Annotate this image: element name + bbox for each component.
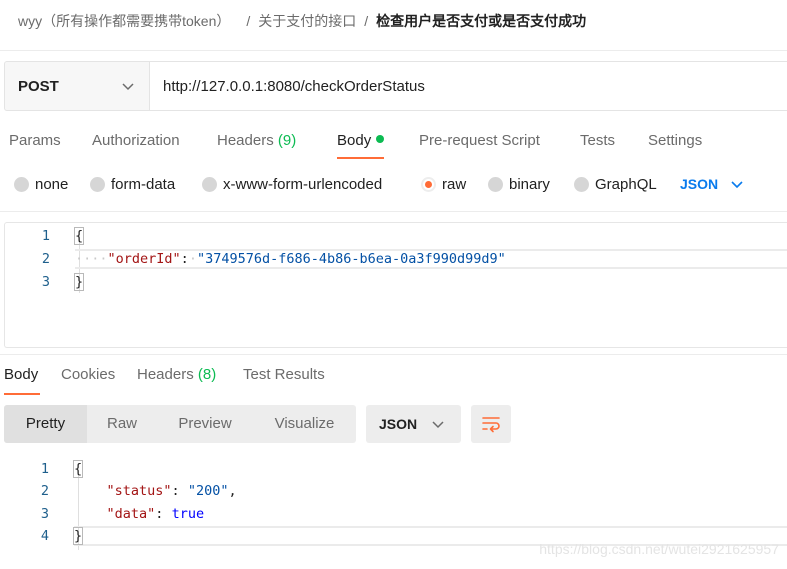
url-input[interactable]: http://127.0.0.1:8080/checkOrderStatus [149,61,787,111]
radio-icon [90,177,105,192]
radio-icon [14,177,29,192]
chevron-down-icon [731,181,743,189]
tab-response-headers[interactable]: Headers (8) [137,365,216,385]
watermark: https://blog.csdn.net/wutei2921625957 [539,541,779,557]
radio-none[interactable]: none [14,176,68,193]
method-label: POST [18,77,59,95]
wrap-lines-icon [482,417,500,433]
tab-response-headers-count: (8) [197,366,217,383]
json-colon: : [180,251,189,267]
line-number: 3 [41,274,50,290]
tab-settings[interactable]: Settings [648,130,702,152]
radio-raw[interactable]: raw [421,176,466,193]
response-language-label: JSON [379,416,418,432]
line-number: 4 [40,528,49,544]
breadcrumb: wyy（所有操作都需要携带token） / 关于支付的接口 / 检查用户是否支付… [18,10,586,32]
method-select[interactable]: POST [4,61,149,111]
code-line: 1 { [4,458,787,481]
line-number: 1 [41,228,50,244]
body-indicator-dot [376,135,385,143]
close-brace: } [72,527,84,545]
radio-form-data[interactable]: form-data [90,176,175,193]
view-visualize[interactable]: Visualize [253,405,356,443]
open-brace: { [73,227,85,245]
tab-body-label: Body [337,132,372,149]
chevron-down-icon [432,421,444,429]
radio-binary-label: binary [509,176,550,193]
code-text: { [72,458,84,481]
radio-icon [488,177,503,192]
url-text: http://127.0.0.1:8080/checkOrderStatus [163,77,425,95]
tab-headers-count: (9) [277,132,297,149]
breadcrumb-separator: / [246,13,251,29]
active-tab-underline [337,157,385,159]
close-brace: } [73,273,85,291]
breadcrumb-collection[interactable]: 关于支付的接口 [258,11,356,31]
view-preview[interactable]: Preview [159,405,251,443]
code-text: } [73,271,85,294]
code-line: 3 } [5,271,787,294]
tab-tests[interactable]: Tests [580,130,615,152]
code-text: "data": true [106,506,205,522]
radio-form-data-label: form-data [111,176,176,193]
code-line: 2 "status": "200", [4,480,787,503]
breadcrumb-workspace[interactable]: wyy（所有操作都需要携带token） [18,11,230,31]
radio-graphql[interactable]: GraphQL [574,176,657,193]
radio-none-label: none [35,176,69,193]
tab-response-body[interactable]: Body [4,365,38,385]
code-line: 3 "data": true [4,503,787,526]
header-divider [0,50,787,51]
indent-dots: ···· [75,251,108,267]
code-text: "status": "200", [106,483,237,499]
tab-cookies[interactable]: Cookies [61,365,115,385]
tab-prerequest-script[interactable]: Pre-request Script [419,130,540,152]
tab-body[interactable]: Body [337,130,385,159]
radio-urlencoded[interactable]: x-www-form-urlencoded [202,176,382,193]
tab-test-results[interactable]: Test Results [243,365,325,385]
radio-graphql-label: GraphQL [595,176,657,193]
request-body-editor[interactable]: 1 { 2 ····"orderId":·"3749576d-f686-4b86… [4,222,787,348]
code-line: 1 { [5,225,787,248]
json-key: "orderId" [107,251,181,267]
tab-authorization[interactable]: Authorization [92,130,180,152]
tab-headers[interactable]: Headers (9) [217,130,296,152]
json-value: "3749576d-f686-4b86-b6ea-0a3f990d99d9" [196,251,506,267]
line-number: 1 [40,461,49,477]
radio-urlencoded-label: x-www-form-urlencoded [223,176,383,193]
wrap-lines-button[interactable] [471,405,511,443]
radio-icon [574,177,589,192]
radio-icon [202,177,217,192]
body-language-select[interactable]: JSON [680,176,744,192]
code-text: } [72,525,84,548]
line-number: 2 [40,483,49,499]
open-brace: { [72,460,84,478]
radio-binary[interactable]: binary [488,176,550,193]
json-key: "data" [106,506,156,522]
body-language-label: JSON [680,176,719,192]
tab-params[interactable]: Params [9,130,61,152]
breadcrumb-separator: / [364,13,369,29]
code-text: ····"orderId":·"3749576d-f686-4b86-b6ea-… [75,251,506,267]
response-language-select[interactable]: JSON [366,405,461,443]
json-value: "200" [187,483,229,499]
view-raw[interactable]: Raw [87,405,157,443]
tab-headers-label: Headers [217,132,274,149]
tab-response-headers-label: Headers [137,366,194,383]
active-tab-underline [4,393,40,395]
response-view-selector: Pretty Raw Preview Visualize [4,405,356,443]
view-pretty[interactable]: Pretty [4,405,87,443]
line-number: 2 [41,251,50,267]
radio-raw-label: raw [442,176,467,193]
code-line: 2 ····"orderId":·"3749576d-f686-4b86-b6e… [5,248,787,271]
body-divider [0,211,787,212]
json-key: "status" [106,483,172,499]
code-text: { [73,225,85,248]
radio-selected-icon [421,177,436,192]
chevron-down-icon [122,83,134,91]
json-value: true [171,506,205,522]
breadcrumb-request-name[interactable]: 检查用户是否支付或是否支付成功 [376,11,586,31]
line-number: 3 [40,506,49,522]
response-divider [0,354,787,355]
